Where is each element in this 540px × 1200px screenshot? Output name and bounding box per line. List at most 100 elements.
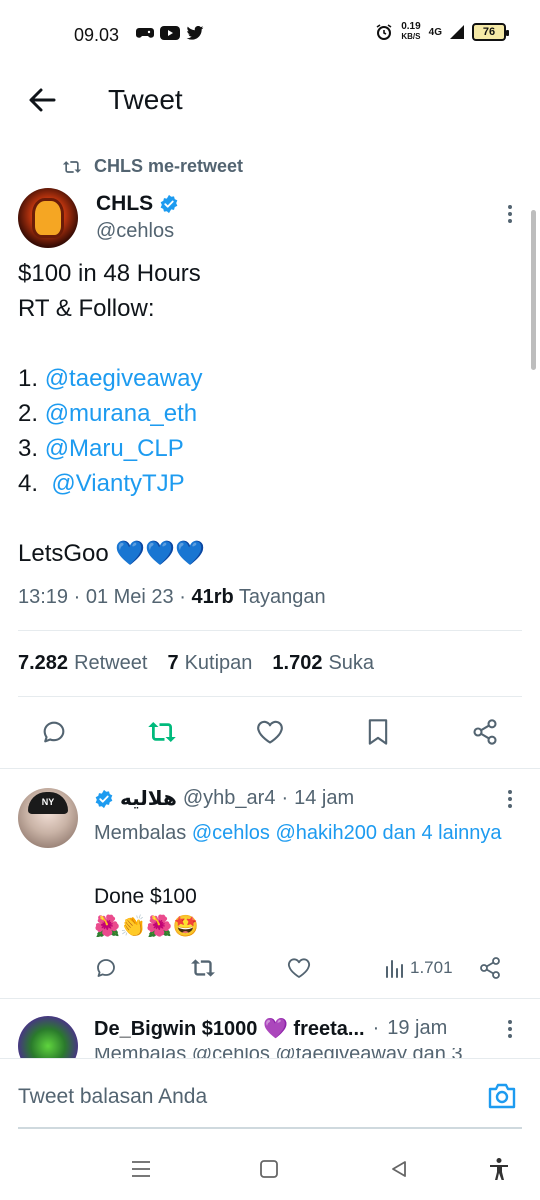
back-nav-button[interactable] — [386, 1156, 412, 1182]
tweet-list-item: 3. @Maru_CLP — [18, 431, 508, 466]
divider — [18, 630, 522, 631]
author-avatar[interactable] — [18, 188, 78, 248]
reply-author-name[interactable]: De_Bigwin $1000 💜 freeta... — [94, 1016, 365, 1041]
more-vertical-icon — [508, 1020, 512, 1038]
share-button[interactable] — [465, 712, 505, 752]
reply-compose-bar: Tweet balasan Anda — [0, 1058, 540, 1138]
author-name-row[interactable]: CHLS — [96, 192, 179, 216]
reply-emoji-line: 🌺👏🌺🤩 — [94, 915, 199, 938]
reply-more-button[interactable] — [500, 788, 520, 815]
quote-count: 7 — [167, 652, 179, 674]
verified-badge-icon — [160, 194, 178, 214]
list-number: 1. — [18, 365, 45, 392]
views-label[interactable]: Tayangan — [239, 586, 326, 608]
recent-apps-button[interactable] — [128, 1156, 154, 1182]
like-count: 1.702 — [272, 652, 323, 674]
tweet-line: LetsGoo 💙💙💙 — [18, 540, 206, 567]
list-number: 3. — [18, 435, 45, 462]
top-app-bar: Tweet — [0, 70, 540, 136]
reply-action-bar: 1.701 — [94, 950, 514, 986]
retweet-icon — [191, 959, 215, 977]
home-square-icon — [260, 1160, 278, 1178]
reply-time: 19 jam — [387, 1017, 448, 1039]
tweet-list-item: 2. @murana_eth — [18, 396, 508, 431]
reply-share-button[interactable] — [478, 950, 502, 986]
reply-more-button[interactable] — [500, 1018, 520, 1045]
reply-views-button[interactable]: 1.701 — [384, 950, 453, 986]
twitter-icon — [186, 26, 204, 40]
game-controller-icon — [136, 28, 154, 38]
retweet-button[interactable] — [142, 712, 182, 752]
mention-link[interactable]: @murana_eth — [45, 400, 197, 427]
home-button[interactable] — [256, 1156, 282, 1182]
reply-text: Done $100 🌺👏🌺🤩 — [94, 882, 199, 942]
page-title: Tweet — [108, 84, 183, 115]
reply-retweet-button[interactable] — [190, 950, 216, 986]
camera-icon — [488, 1083, 516, 1109]
reply-author-handle[interactable]: @yhb_ar4 — [183, 787, 276, 810]
tweet-list-item: 4. @ViantyTJP — [18, 466, 508, 501]
reply-avatar[interactable]: NY — [18, 788, 78, 848]
like-button[interactable] — [250, 712, 290, 752]
share-icon — [473, 719, 497, 745]
back-triangle-icon — [392, 1161, 406, 1177]
author-handle[interactable]: @cehlos — [96, 220, 174, 243]
alarm-icon — [376, 24, 392, 40]
status-bar: 09.03 0.19 KB/S 4G 76 — [0, 0, 540, 70]
retweet-icon — [62, 160, 82, 173]
camera-button[interactable] — [486, 1081, 522, 1117]
author-name: CHLS — [96, 192, 154, 215]
divider — [0, 998, 540, 999]
network-speed: 0.19 KB/S — [401, 22, 420, 42]
network-type: 4G — [428, 26, 442, 38]
accessibility-icon — [490, 1158, 508, 1180]
reply-button[interactable] — [34, 712, 74, 752]
quote-stat[interactable]: 7 Kutipan — [167, 652, 252, 675]
replying-prefix: Membalas — [94, 822, 192, 844]
reply-header: De_Bigwin $1000 💜 freeta... · 19 jam — [94, 1016, 447, 1041]
retweet-context[interactable]: CHLS me-retweet — [62, 156, 243, 177]
tweet-text: $100 in 48 Hours RT & Follow: 1. @taegiv… — [18, 256, 508, 571]
bookmark-button[interactable] — [358, 712, 398, 752]
tweet-time: 13:19 — [18, 586, 69, 608]
like-stat[interactable]: 1.702 Suka — [272, 652, 374, 675]
mention-link[interactable]: @taegiveaway — [45, 365, 203, 392]
notification-icons — [136, 26, 204, 40]
reply-input[interactable]: Tweet balasan Anda — [18, 1085, 207, 1109]
signal-icon — [450, 25, 464, 39]
tweet-action-bar — [0, 712, 540, 756]
reply-reply-button[interactable] — [94, 950, 118, 986]
reply-like-button[interactable] — [287, 950, 311, 986]
replying-to: Membalas @cehlos @hakih200 dan 4 lainnya — [94, 818, 504, 848]
reply-author-name[interactable]: هلاليه — [120, 786, 177, 811]
reply-icon — [97, 959, 115, 977]
arrow-left-icon — [29, 88, 56, 112]
quote-stat-label: Kutipan — [184, 652, 253, 674]
mention-link[interactable]: @Maru_CLP — [45, 435, 184, 462]
separator-dot: · — [372, 1017, 380, 1039]
tweet-more-button[interactable] — [500, 203, 520, 230]
separator-dot: · — [281, 787, 289, 809]
more-vertical-icon — [508, 790, 512, 808]
reply-text-line: Done $100 — [94, 885, 197, 908]
divider — [18, 696, 522, 697]
scrollbar[interactable] — [531, 210, 536, 370]
analytics-icon — [386, 960, 403, 978]
retweet-stat-label: Retweet — [74, 652, 148, 674]
tweet-stats: 7.282 Retweet 7 Kutipan 1.702 Suka — [18, 652, 374, 675]
input-underline — [18, 1127, 522, 1129]
menu-icon — [132, 1161, 150, 1177]
tweet-line: RT & Follow: — [18, 295, 155, 322]
retweet-stat[interactable]: 7.282 Retweet — [18, 652, 147, 675]
replying-mentions[interactable]: @cehlos @hakih200 dan 4 lainnya — [192, 822, 502, 844]
mention-link[interactable]: @ViantyTJP — [51, 470, 184, 497]
verified-badge-icon — [95, 789, 113, 808]
more-vertical-icon — [508, 205, 512, 223]
tweet-meta: 13:19 · 01 Mei 23 · 41rb Tayangan — [18, 586, 326, 608]
accessibility-button[interactable] — [486, 1156, 512, 1182]
tweet-list-item: 1. @taegiveaway — [18, 361, 508, 396]
share-icon — [480, 957, 500, 979]
back-button[interactable] — [26, 84, 58, 116]
like-stat-label: Suka — [328, 652, 375, 674]
